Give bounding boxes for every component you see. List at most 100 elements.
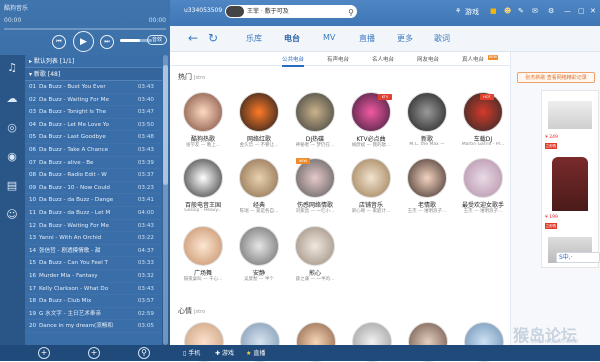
tab-mv[interactable]: MV: [323, 33, 335, 42]
playlist-new[interactable]: ▾ 新歌 [48]: [25, 68, 162, 81]
subtab-celebrity[interactable]: 名人电台: [372, 55, 394, 63]
radio-station-card[interactable]: 老情歌 王杰 — 谁明浪子...: [402, 158, 454, 218]
playlist-scrollbar[interactable]: [163, 55, 168, 345]
tab-more[interactable]: 更多: [397, 33, 413, 44]
maximize-icon[interactable]: ▢: [578, 7, 585, 15]
track-duration: 03:40: [137, 96, 154, 103]
radio-icon[interactable]: ◎: [5, 121, 19, 135]
station-cover: [407, 158, 447, 198]
subtab-audiobook[interactable]: 有声电台: [327, 55, 349, 63]
previous-button[interactable]: ⏮: [52, 35, 66, 49]
track-title: Da Buzz - Radio Edit - W: [39, 172, 107, 179]
radio-station-card[interactable]: 安静 吴莫愁 — 半个: [234, 226, 286, 286]
vip-icon[interactable]: ☻: [504, 7, 511, 15]
track-number: 13: [29, 235, 37, 242]
subtab-user[interactable]: 网友电台: [417, 55, 439, 63]
back-arrow-icon[interactable]: ←: [188, 31, 198, 45]
radio-station-card[interactable]: 新歌 M.C. the Max —: [402, 92, 454, 152]
settings-icon[interactable]: ⚙: [548, 7, 554, 15]
track-row[interactable]: 12 Da Buzz - Waiting For Me 03:43: [25, 220, 162, 233]
skin-icon[interactable]: ✎: [518, 7, 524, 15]
tab-library[interactable]: 乐库: [246, 33, 262, 44]
track-duration: 03:41: [137, 197, 154, 204]
gift-icon[interactable]: ■: [490, 7, 497, 15]
ad-buy-button-2[interactable]: 立即购买: [545, 223, 557, 234]
next-button[interactable]: ⏭: [100, 35, 114, 49]
radio-station-card[interactable]: KTV必点曲 胡彦斌 — 我的歌...: [346, 92, 398, 152]
track-title: Da Buzz - Let Me Love Yo: [39, 121, 109, 128]
minimize-icon[interactable]: —: [564, 7, 571, 15]
location-icon[interactable]: ◉: [5, 150, 19, 164]
username[interactable]: u334053509: [184, 7, 222, 14]
radio-station-card[interactable]: 酷狗热歌 张学友 — 晚上...: [178, 92, 230, 152]
avatar: [226, 6, 244, 17]
track-number: 14: [29, 247, 37, 254]
live-link[interactable]: ★ 直播: [246, 348, 265, 357]
radio-station-card[interactable]: DJ热碟 神秘者 — 梦仍在...: [290, 92, 342, 152]
radio-station-card[interactable]: 煎心 薛之谦 — 一半的...: [290, 226, 342, 286]
station-now-playing: 隔夜桌叫 — 千心...: [183, 277, 223, 282]
user-icon[interactable]: ☺: [5, 208, 19, 222]
track-row[interactable]: 09 Da Buzz - 10 - Now Could 03:23: [25, 182, 162, 195]
track-row[interactable]: 05 Da Buzz - Last Goodbye 03:48: [25, 131, 162, 144]
sound-effect-button[interactable]: 音效: [147, 35, 167, 45]
station-now-playing: M.C. the Max —: [409, 142, 445, 147]
radio-station-card[interactable]: 车载DJ Martin Garrix - Pr...: [458, 92, 510, 152]
track-row[interactable]: 02 Da Buzz - Waiting For Me 03:40: [25, 94, 162, 107]
locate-button[interactable]: ⚲: [138, 347, 150, 359]
document-icon[interactable]: ▤: [5, 179, 19, 193]
track-row[interactable]: 06 Da Buzz - Take A Chance 03:43: [25, 144, 162, 157]
tab-lyrics[interactable]: 歌词: [434, 33, 450, 44]
track-row[interactable]: 14 张信哲 - 剧透摸情歌 - 甜 04:37: [25, 245, 162, 258]
tab-live[interactable]: 直播: [359, 33, 375, 44]
track-row[interactable]: 17 Kelly Clarkson - What Do 03:43: [25, 283, 162, 296]
game-label[interactable]: 游戏: [465, 7, 479, 17]
playlist-default[interactable]: ▸ 默认列表 [1/1]: [25, 55, 162, 68]
track-row[interactable]: 03 Da Buzz - Tonight Is The 03:47: [25, 106, 162, 119]
radio-station-card[interactable]: 网络红歌 金久哲 — 不要让...: [234, 92, 286, 152]
radio-station-card[interactable]: 广场舞 隔夜桌叫 — 千心...: [178, 226, 230, 286]
track-row[interactable]: 16 Murder Mia - Fantasy 03:32: [25, 270, 162, 283]
promo-button[interactable]: 张杰新歌 查看网络精彩记录: [517, 72, 595, 83]
add-folder-button[interactable]: +: [88, 347, 100, 359]
message-icon[interactable]: ✉: [532, 7, 538, 15]
search-icon[interactable]: ⚲: [348, 6, 354, 19]
close-icon[interactable]: ✕: [590, 7, 596, 15]
search-input[interactable]: 王菲 · 敷于可及 ⚲: [225, 5, 357, 18]
track-row[interactable]: 11 Da Buzz - da Buzz - Let M 04:00: [25, 207, 162, 220]
radio-station-card[interactable]: 百般电音王国 Gossip - Heavy...: [178, 158, 230, 218]
track-row[interactable]: 04 Da Buzz - Let Me Love Yo 03:50: [25, 119, 162, 132]
track-row[interactable]: 08 Da Buzz - Radio Edit - W 03:37: [25, 169, 162, 182]
radio-station-card[interactable]: 伤感网络情歌 刘家昌 — 一忆小...: [290, 158, 342, 218]
play-button[interactable]: ▶: [73, 31, 94, 52]
ime-toolbar[interactable]: S中,·: [556, 252, 600, 263]
subtab-live-person[interactable]: 真人电台: [462, 55, 484, 63]
radio-station-card[interactable]: 经典 陈瑞 — 爱是各自...: [234, 158, 286, 218]
track-row[interactable]: 15 Da Buzz - Can You Feel T 03:33: [25, 257, 162, 270]
cloud-icon[interactable]: ☁: [5, 92, 19, 106]
track-row[interactable]: 10 Da Buzz - da Buzz - Dange 03:41: [25, 194, 162, 207]
station-cover: [183, 158, 223, 198]
track-row[interactable]: 01 Da Buzz - Bust You Ever 03:43: [25, 81, 162, 94]
station-now-playing: Martin Garrix - Pr...: [461, 142, 505, 147]
subtab-public[interactable]: 公共电台: [282, 55, 305, 67]
add-button[interactable]: +: [38, 347, 50, 359]
app-title: 酷狗音乐: [4, 5, 29, 12]
game-link[interactable]: ✚ 游戏: [215, 348, 234, 357]
refresh-icon[interactable]: ↻: [208, 31, 218, 45]
game-icon[interactable]: ⚘: [455, 7, 461, 15]
track-duration: 03:50: [137, 121, 154, 128]
radio-station-card[interactable]: 店铺音乐 梁心颐 — 家庭计...: [346, 158, 398, 218]
track-row[interactable]: 19 G 水文字 - 主日艺术奉亲 02:59: [25, 308, 162, 321]
track-row[interactable]: 20 Dance in my dream(流畅和 03:05: [25, 320, 162, 333]
tab-radio[interactable]: 电台: [284, 33, 300, 44]
track-row[interactable]: 18 Da Buzz - Club Mix 03:57: [25, 295, 162, 308]
music-note-icon[interactable]: ♫: [5, 61, 19, 75]
phone-link[interactable]: ▯ 手机: [183, 348, 200, 357]
track-row[interactable]: 07 Da Buzz - alive - Be 03:39: [25, 157, 162, 170]
station-now-playing: 吴莫愁 — 半个: [244, 277, 274, 282]
ad-buy-button-1[interactable]: 立即购买: [545, 143, 557, 154]
radio-station-card[interactable]: 最受欢迎女歌手 王杰 — 谁明浪子...: [458, 158, 510, 218]
track-row[interactable]: 13 Yanni - With An Orchid 03:22: [25, 232, 162, 245]
ad-panel[interactable]: ¥ 249 立即购买 ¥ 199 立即购买: [541, 90, 599, 268]
